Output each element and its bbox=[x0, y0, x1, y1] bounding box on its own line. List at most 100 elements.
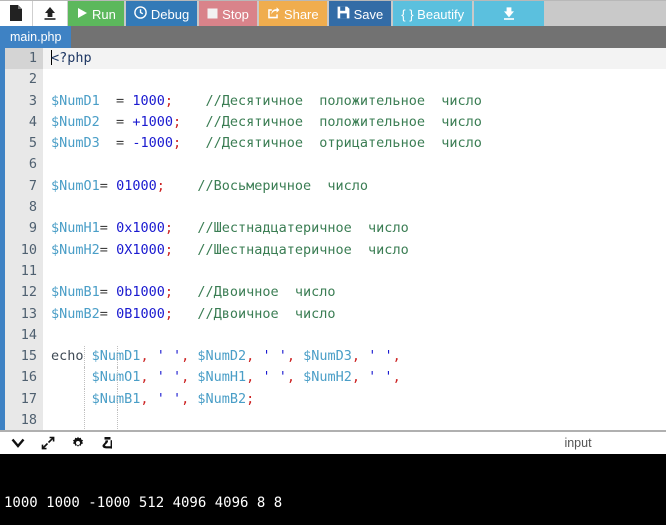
download-button[interactable] bbox=[474, 1, 547, 27]
beautify-button-label: { } Beautify bbox=[401, 6, 465, 22]
chevron-down-icon[interactable] bbox=[10, 435, 26, 451]
code-line[interactable]: 2 bbox=[5, 69, 666, 91]
line-number: 5 bbox=[5, 133, 43, 155]
code-line-text[interactable]: $NumH2= 0X1000; //Шестнадцатеричное числ… bbox=[43, 240, 666, 261]
stop-button[interactable]: Stop bbox=[199, 1, 259, 27]
share-icon bbox=[267, 6, 280, 22]
save-icon bbox=[337, 6, 350, 22]
indent-guide bbox=[117, 367, 119, 389]
expand-icon[interactable] bbox=[40, 435, 56, 451]
code-line-text[interactable]: $NumB2= 0B1000; //Двоичное число bbox=[43, 304, 666, 325]
line-number: 15 bbox=[5, 346, 43, 368]
console-icon-group bbox=[0, 435, 116, 451]
line-number: 6 bbox=[5, 154, 43, 176]
code-line[interactable]: 17 $NumB1, ' ', $NumB2; bbox=[5, 388, 666, 411]
tab-label: main.php bbox=[10, 30, 62, 44]
code-line-text[interactable]: $NumD1 = 1000; //Десятичное положительно… bbox=[43, 91, 666, 112]
indent-guide bbox=[117, 346, 119, 368]
new-file-button[interactable] bbox=[0, 1, 33, 27]
code-line[interactable]: 18 bbox=[5, 410, 666, 430]
code-line-text[interactable]: $NumB1, ' ', $NumB2; bbox=[43, 388, 666, 411]
line-number: 12 bbox=[5, 282, 43, 304]
line-number: 13 bbox=[5, 303, 43, 325]
stop-icon bbox=[207, 7, 218, 22]
console-output[interactable]: 1000 1000 -1000 512 4096 4096 8 8 ...Pro… bbox=[0, 454, 666, 525]
console-toolbar: input bbox=[0, 430, 666, 454]
run-button-label: Run bbox=[92, 6, 116, 22]
code-line[interactable]: 16 $NumO1, ' ', $NumH1, ' ', $NumH2, ' '… bbox=[5, 367, 666, 389]
code-line[interactable]: 7 $NumO1= 01000; //Восьмеричное число bbox=[5, 175, 666, 198]
line-number: 17 bbox=[5, 388, 43, 411]
code-line-text[interactable] bbox=[43, 261, 666, 282]
save-button[interactable]: Save bbox=[328, 1, 394, 27]
upload-icon bbox=[42, 5, 58, 24]
code-line[interactable]: 13 $NumB2= 0B1000; //Двоичное число bbox=[5, 303, 666, 325]
stop-button-label: Stop bbox=[222, 6, 249, 22]
beautify-button[interactable]: { } Beautify bbox=[393, 1, 475, 27]
line-number: 18 bbox=[5, 410, 43, 430]
console-program-output: 1000 1000 -1000 512 4096 4096 8 8 bbox=[4, 495, 283, 511]
code-line-text[interactable]: $NumD3 = -1000; //Десятичное отрицательн… bbox=[43, 133, 666, 154]
code-line-text[interactable]: $NumD2 = +1000; //Десятичное положительн… bbox=[43, 112, 666, 133]
file-icon bbox=[9, 4, 23, 24]
code-line[interactable]: 11 bbox=[5, 260, 666, 283]
code-line-text[interactable]: echo $NumD1, ' ', $NumD2, ' ', $NumD3, '… bbox=[43, 346, 666, 368]
code-line-text[interactable] bbox=[43, 154, 666, 175]
line-number: 3 bbox=[5, 90, 43, 112]
code-line[interactable]: 12 $NumB1= 0b1000; //Двоичное число bbox=[5, 282, 666, 304]
code-lines-container[interactable]: 1 <?php 2 3 $NumD1 = 1000; //Десятичное поло… bbox=[5, 48, 666, 430]
indent-guide bbox=[117, 388, 119, 411]
indent-guide bbox=[117, 410, 119, 430]
code-editor[interactable]: 1 <?php 2 3 $NumD1 = 1000; //Десятичное поло… bbox=[0, 48, 666, 430]
code-line[interactable]: 1 <?php bbox=[5, 48, 666, 70]
code-line-text[interactable]: $NumO1, ' ', $NumH1, ' ', $NumH2, ' ', bbox=[43, 367, 666, 389]
run-button[interactable]: Run bbox=[68, 1, 126, 27]
stdin-icon[interactable] bbox=[100, 435, 116, 451]
code-line-text[interactable] bbox=[43, 197, 666, 218]
code-line[interactable]: 14 bbox=[5, 324, 666, 347]
share-button-label: Share bbox=[283, 6, 319, 22]
code-line[interactable]: 4 $NumD2 = +1000; //Десятичное положитель… bbox=[5, 111, 666, 134]
code-line-text[interactable]: $NumB1= 0b1000; //Двоичное число bbox=[43, 282, 666, 303]
toolbar-spacer bbox=[546, 1, 666, 26]
code-line[interactable]: 3 $NumD1 = 1000; //Десятичное положительн… bbox=[5, 90, 666, 112]
code-line-text[interactable]: <?php bbox=[43, 48, 666, 70]
code-line-text[interactable]: $NumH1= 0x1000; //Шестнадцатеричное числ… bbox=[43, 218, 666, 239]
ide-window: Run Debug Stop Share Save {} Beautify m… bbox=[0, 0, 666, 525]
code-line-text[interactable] bbox=[43, 410, 666, 430]
share-button[interactable]: Share bbox=[258, 1, 329, 27]
download-icon bbox=[501, 5, 517, 24]
code-line[interactable]: 10 $NumH2= 0X1000; //Шестнадцатеричное чи… bbox=[5, 239, 666, 261]
tab-main-php[interactable]: main.php bbox=[0, 26, 72, 48]
debug-icon bbox=[134, 6, 147, 22]
code-line[interactable]: 5 $NumD3 = -1000; //Десятичное отрицатель… bbox=[5, 133, 666, 155]
line-number: 2 bbox=[5, 69, 43, 91]
debug-button-label: Debug bbox=[150, 6, 190, 22]
code-line-text[interactable]: $NumO1= 01000; //Восьмеричное число bbox=[43, 176, 666, 197]
debug-button[interactable]: Debug bbox=[125, 1, 200, 27]
gear-icon[interactable] bbox=[70, 435, 86, 451]
indent-guide bbox=[84, 410, 86, 430]
indent-guide bbox=[84, 346, 86, 368]
line-number: 14 bbox=[5, 324, 43, 347]
line-number: 4 bbox=[5, 111, 43, 134]
line-number: 7 bbox=[5, 175, 43, 198]
code-line-text[interactable] bbox=[43, 325, 666, 346]
line-number: 9 bbox=[5, 218, 43, 240]
code-line[interactable]: 15 echo $NumD1, ' ', $NumD2, ' ', $NumD3,… bbox=[5, 346, 666, 368]
upload-button[interactable] bbox=[33, 1, 68, 27]
code-line-text[interactable] bbox=[43, 69, 666, 90]
console-input-label[interactable]: input bbox=[490, 432, 666, 454]
play-icon bbox=[76, 7, 88, 22]
indent-guide bbox=[84, 367, 86, 389]
line-number: 16 bbox=[5, 367, 43, 389]
code-line[interactable]: 8 bbox=[5, 197, 666, 219]
code-line[interactable]: 6 bbox=[5, 154, 666, 176]
line-number: 8 bbox=[5, 197, 43, 219]
tab-bar: main.php bbox=[0, 26, 666, 48]
main-toolbar: Run Debug Stop Share Save {} Beautify bbox=[0, 0, 666, 27]
save-button-label: Save bbox=[353, 6, 384, 22]
indent-guide bbox=[84, 388, 86, 411]
code-line[interactable]: 9 $NumH1= 0x1000; //Шестнадцатеричное чис… bbox=[5, 218, 666, 240]
line-number: 10 bbox=[5, 239, 43, 261]
